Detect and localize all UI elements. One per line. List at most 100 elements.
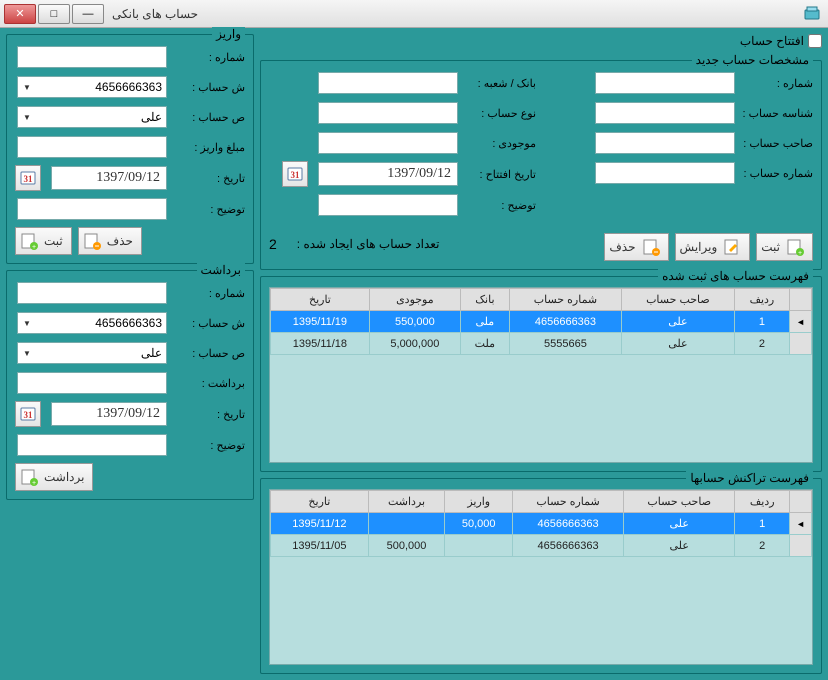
table-row[interactable]: 1 علی 4656666363 50,000 1395/11/12 <box>271 513 812 535</box>
dep-save-label: ثبت <box>44 234 63 248</box>
dep-desc-input[interactable] <box>17 198 167 220</box>
na-number-label: شماره : <box>741 77 813 90</box>
cell-row: 2 <box>735 535 790 557</box>
dep-accno-value: 4656666363 <box>95 80 162 94</box>
trans-th-date: تاریخ <box>271 491 369 513</box>
svg-text:31: 31 <box>23 410 33 420</box>
na-save-label: ثبت <box>761 240 780 254</box>
na-edit-button[interactable]: ویرایش <box>675 233 751 261</box>
na-opendate-label: تاریخ افتتاح : <box>464 168 536 181</box>
dep-number-input[interactable] <box>17 46 167 68</box>
cell-withdraw <box>368 513 445 535</box>
wd-withdraw-button[interactable]: + برداشت <box>15 463 93 491</box>
transactions-table-wrap[interactable]: ردیف صاحب حساب شماره حساب واریز برداشت ت… <box>269 489 813 665</box>
na-save-button[interactable]: +ثبت <box>756 233 813 261</box>
svg-text:+: + <box>32 480 36 486</box>
wd-withdraw-label: برداشت <box>44 470 84 484</box>
accounts-th-row: ردیف <box>734 289 789 311</box>
table-row[interactable]: 2 علی 4656666363 500,000 1395/11/05 <box>271 535 812 557</box>
dep-owner-value: علی <box>141 110 162 124</box>
na-delete-label: حذف <box>609 240 635 254</box>
cell-balance: 5,000,000 <box>369 333 460 355</box>
cell-account-no: 5555665 <box>509 333 621 355</box>
dep-amount-input[interactable] <box>17 136 167 158</box>
wd-accno-combo[interactable]: 4656666363▼ <box>17 312 167 334</box>
wd-accno-label: ش حساب : <box>173 317 245 330</box>
dep-delete-button[interactable]: حذف <box>78 227 142 255</box>
cell-date: 1395/11/18 <box>271 333 370 355</box>
withdraw-group: برداشت شماره : ش حساب : 4656666363▼ ص حسا… <box>6 270 254 500</box>
dep-date-input[interactable]: 1397/09/12 <box>51 166 167 190</box>
dep-desc-label: توضیح : <box>173 203 245 216</box>
svg-text:31: 31 <box>291 170 301 180</box>
new-account-group: مشخصات حساب جدید شماره : شناسه حساب : صا… <box>260 60 822 270</box>
dep-accno-combo[interactable]: 4656666363▼ <box>17 76 167 98</box>
open-account-row: افتتاح حساب <box>260 34 822 48</box>
na-bank-input[interactable] <box>318 72 458 94</box>
na-id-label: شناسه حساب : <box>741 107 813 120</box>
wd-date-picker-button[interactable]: 31 <box>15 401 41 427</box>
wd-number-input[interactable] <box>17 282 167 304</box>
accounts-table: ردیف صاحب حساب شماره حساب بانک موجودی تا… <box>270 288 812 355</box>
trans-th-selector <box>790 491 812 513</box>
table-row[interactable]: 2 علی 5555665 ملت 5,000,000 1395/11/18 <box>271 333 812 355</box>
transactions-table: ردیف صاحب حساب شماره حساب واریز برداشت ت… <box>270 490 812 557</box>
cell-owner: علی <box>622 311 735 333</box>
na-balance-label: موجودی : <box>464 137 536 150</box>
transactions-title: فهرست تراکنش حسابها <box>686 471 813 485</box>
accounts-table-wrap[interactable]: ردیف صاحب حساب شماره حساب بانک موجودی تا… <box>269 287 813 463</box>
wd-desc-input[interactable] <box>17 434 167 456</box>
na-desc-input[interactable] <box>318 194 458 216</box>
cell-balance: 550,000 <box>369 311 460 333</box>
wd-accno-value: 4656666363 <box>95 316 162 330</box>
wd-amount-label: برداشت : <box>173 377 245 390</box>
na-bank-label: بانک / شعبه : <box>464 77 536 90</box>
table-row[interactable]: 1 علی 4656666363 ملی 550,000 1395/11/19 <box>271 311 812 333</box>
wd-number-label: شماره : <box>173 287 245 300</box>
wd-owner-label: ص حساب : <box>173 347 245 360</box>
na-type-label: نوع حساب : <box>464 107 536 120</box>
row-selector <box>790 311 812 333</box>
row-selector <box>790 513 812 535</box>
na-edit-label: ویرایش <box>680 240 718 254</box>
na-owner-input[interactable] <box>595 132 735 154</box>
cell-owner: علی <box>624 535 735 557</box>
cell-bank: ملت <box>460 333 509 355</box>
deposit-title: واریز <box>212 27 245 41</box>
dep-number-label: شماره : <box>173 51 245 64</box>
na-opendate-input[interactable]: 1397/09/12 <box>318 162 458 186</box>
wd-owner-combo[interactable]: علی▼ <box>17 342 167 364</box>
cell-date: 1395/11/19 <box>271 311 370 333</box>
withdraw-title: برداشت <box>197 263 245 277</box>
accounts-th-date: تاریخ <box>271 289 370 311</box>
na-opendate-picker-button[interactable]: 31 <box>282 161 308 187</box>
dep-delete-label: حذف <box>107 234 133 248</box>
maximize-button[interactable]: □ <box>38 4 70 24</box>
close-button[interactable]: ✕ <box>4 4 36 24</box>
na-id-input[interactable] <box>595 102 735 124</box>
na-type-input[interactable] <box>318 102 458 124</box>
dep-owner-combo[interactable]: علی▼ <box>17 106 167 128</box>
dep-save-button[interactable]: + ثبت <box>15 227 72 255</box>
na-delete-button[interactable]: حذف <box>604 233 668 261</box>
svg-text:+: + <box>32 244 36 250</box>
dep-accno-label: ش حساب : <box>173 81 245 94</box>
wd-amount-input[interactable] <box>17 372 167 394</box>
open-account-label: افتتاح حساب <box>740 34 804 48</box>
accounts-th-balance: موجودی <box>369 289 460 311</box>
minimize-button[interactable]: ― <box>72 4 104 24</box>
open-account-checkbox[interactable] <box>808 34 822 48</box>
accounts-th-accno: شماره حساب <box>509 289 621 311</box>
na-balance-input[interactable] <box>318 132 458 154</box>
dep-date-picker-button[interactable]: 31 <box>15 165 41 191</box>
na-count-value: 2 <box>269 236 277 252</box>
na-accno-input[interactable] <box>595 162 735 184</box>
cell-bank: ملی <box>460 311 509 333</box>
accounts-list-title: فهرست حساب های ثبت شده <box>658 269 813 283</box>
cell-owner: علی <box>622 333 735 355</box>
cell-deposit: 50,000 <box>445 513 513 535</box>
na-number-input[interactable] <box>595 72 735 94</box>
wd-date-input[interactable]: 1397/09/12 <box>51 402 167 426</box>
wd-date-label: تاریخ : <box>173 408 245 421</box>
na-accno-label: شماره حساب : <box>741 167 813 180</box>
